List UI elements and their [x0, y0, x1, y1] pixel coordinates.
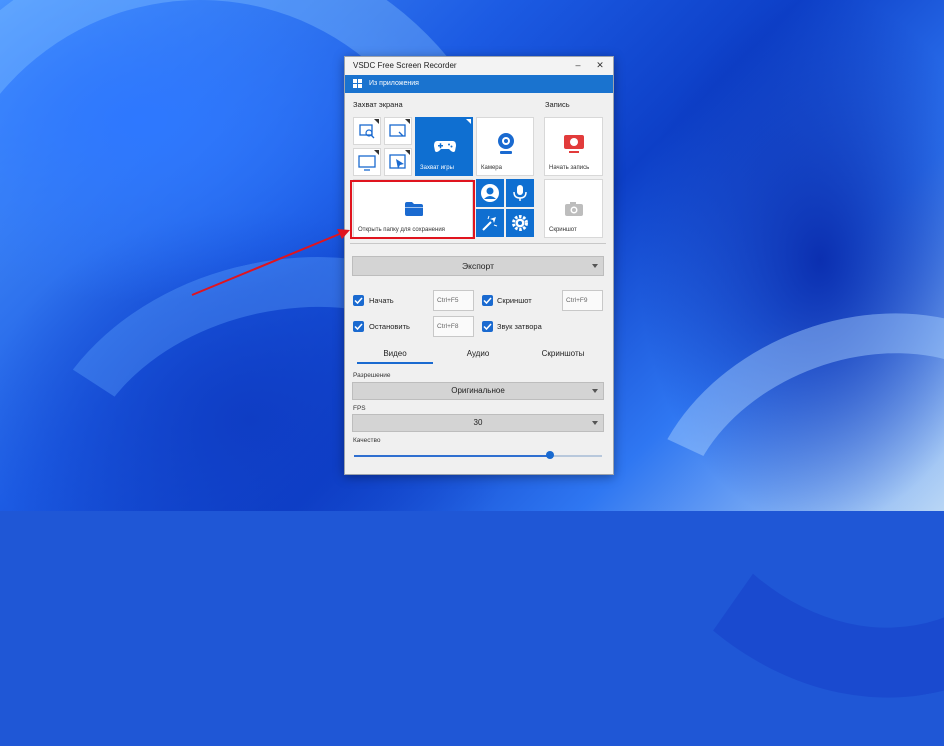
user-icon	[481, 184, 499, 202]
quality-slider-thumb[interactable]	[546, 451, 554, 459]
checkmark-icon	[483, 323, 492, 331]
title-bar[interactable]: VSDC Free Screen Recorder – ✕	[345, 57, 613, 75]
fullscreen-capture-icon	[358, 155, 376, 171]
windows-logo-icon	[353, 79, 363, 89]
settings-gear-icon	[512, 215, 528, 231]
stop-hotkey-checkbox[interactable]	[353, 321, 364, 332]
chevron-down-icon	[592, 421, 598, 425]
annotation-highlight-frame	[350, 180, 475, 239]
screenshot-button[interactable]: Скриншот	[544, 179, 603, 238]
game-capture-button[interactable]: Захват игры	[415, 117, 473, 176]
screenshot-hotkey-checkbox[interactable]	[482, 295, 493, 306]
record-section-label: Запись	[545, 100, 570, 109]
cursor-capture-icon	[389, 154, 406, 169]
microphone-button[interactable]	[506, 179, 534, 207]
resolution-dropdown[interactable]: Оригинальное	[352, 382, 604, 400]
stop-hotkey-label: Остановить	[369, 322, 410, 331]
webcam-icon	[498, 133, 514, 154]
resolution-value: Оригинальное	[451, 386, 505, 395]
from-apps-menu[interactable]: Из приложения	[345, 75, 613, 93]
resolution-label: Разрешение	[353, 372, 391, 379]
region-capture-icon	[359, 124, 375, 139]
record-icon	[564, 135, 584, 153]
divider	[350, 243, 606, 244]
window-capture-icon	[389, 124, 406, 137]
minimize-button[interactable]: –	[571, 59, 585, 72]
screenshot-label: Скриншот	[549, 227, 577, 233]
export-dropdown[interactable]: Экспорт	[352, 256, 604, 276]
game-capture-label: Захват игры	[420, 165, 454, 171]
camera-label: Камера	[481, 165, 502, 171]
camera-button[interactable]: Камера	[476, 117, 534, 176]
shutter-sound-checkbox[interactable]	[482, 321, 493, 332]
chevron-down-icon	[592, 264, 598, 268]
cursor-capture-button[interactable]	[384, 148, 412, 176]
camera-screenshot-icon	[565, 202, 583, 216]
region-capture-button[interactable]	[353, 117, 381, 145]
shutter-sound-label: Звук затвора	[497, 322, 542, 331]
start-hotkey-field[interactable]: Ctrl+F5	[433, 290, 474, 311]
checkmark-icon	[354, 323, 363, 331]
start-recording-label: Начать запись	[549, 165, 590, 171]
start-hotkey-label: Начать	[369, 296, 394, 305]
fps-dropdown[interactable]: 30	[352, 414, 604, 432]
settings-button[interactable]	[506, 209, 534, 237]
quality-label: Качество	[353, 437, 381, 444]
chevron-down-icon	[592, 389, 598, 393]
gamepad-icon	[434, 141, 456, 152]
tab-video[interactable]: Видео	[357, 349, 433, 358]
start-recording-button[interactable]: Начать запись	[544, 117, 603, 176]
quality-slider-fill	[354, 455, 550, 457]
user-button[interactable]	[476, 179, 504, 207]
checkmark-icon	[354, 297, 363, 305]
capture-section-label: Захват экрана	[353, 100, 403, 109]
window-capture-button[interactable]	[384, 117, 412, 145]
start-hotkey-checkbox[interactable]	[353, 295, 364, 306]
fps-value: 30	[473, 418, 483, 427]
cursor-effect-button[interactable]	[476, 209, 504, 237]
stop-hotkey-field[interactable]: Ctrl+F8	[433, 316, 474, 337]
microphone-icon	[513, 185, 527, 201]
screenshot-hotkey-label: Скриншот	[497, 296, 532, 305]
window-title: VSDC Free Screen Recorder	[353, 61, 457, 70]
from-apps-label: Из приложения	[369, 80, 419, 87]
dropdown-corner-icon	[466, 119, 471, 124]
export-label: Экспорт	[462, 261, 494, 271]
tab-screenshots[interactable]: Скриншоты	[523, 349, 603, 358]
active-tab-indicator	[357, 362, 433, 364]
fps-label: FPS	[353, 405, 366, 412]
screenshot-hotkey-field[interactable]: Ctrl+F9	[562, 290, 603, 311]
checkmark-icon	[483, 297, 492, 305]
tab-audio[interactable]: Аудио	[440, 349, 516, 358]
close-button[interactable]: ✕	[593, 59, 607, 72]
fullscreen-capture-button[interactable]	[353, 148, 381, 176]
cursor-effect-icon	[482, 215, 498, 231]
